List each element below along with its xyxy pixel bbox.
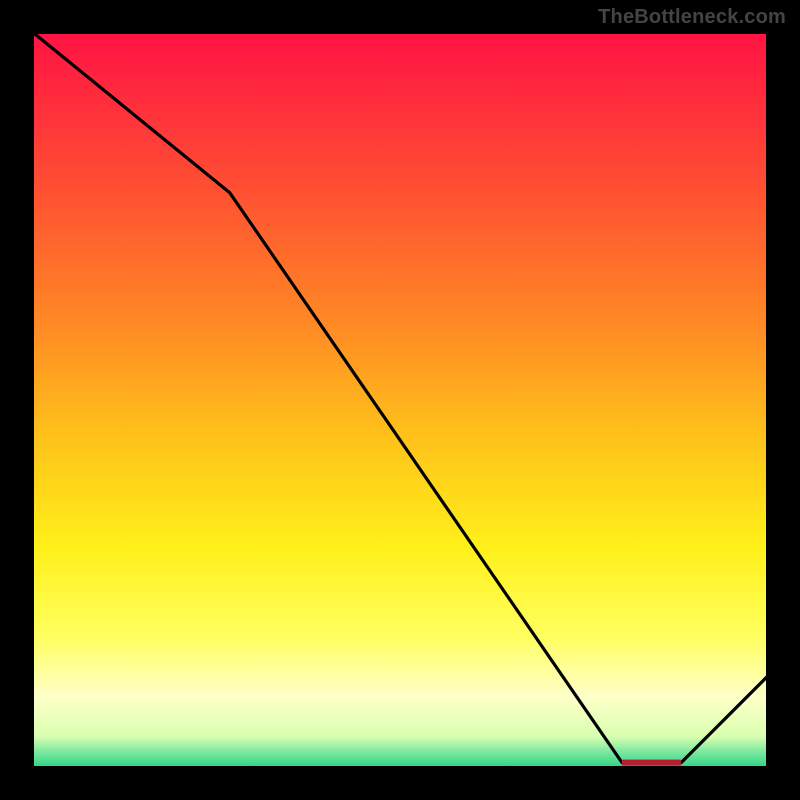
plot-background <box>30 30 770 770</box>
optimal-zone-marker <box>622 760 681 766</box>
bottleneck-chart <box>0 0 800 800</box>
chart-container: TheBottleneck.com <box>0 0 800 800</box>
watermark-text: TheBottleneck.com <box>598 6 786 29</box>
